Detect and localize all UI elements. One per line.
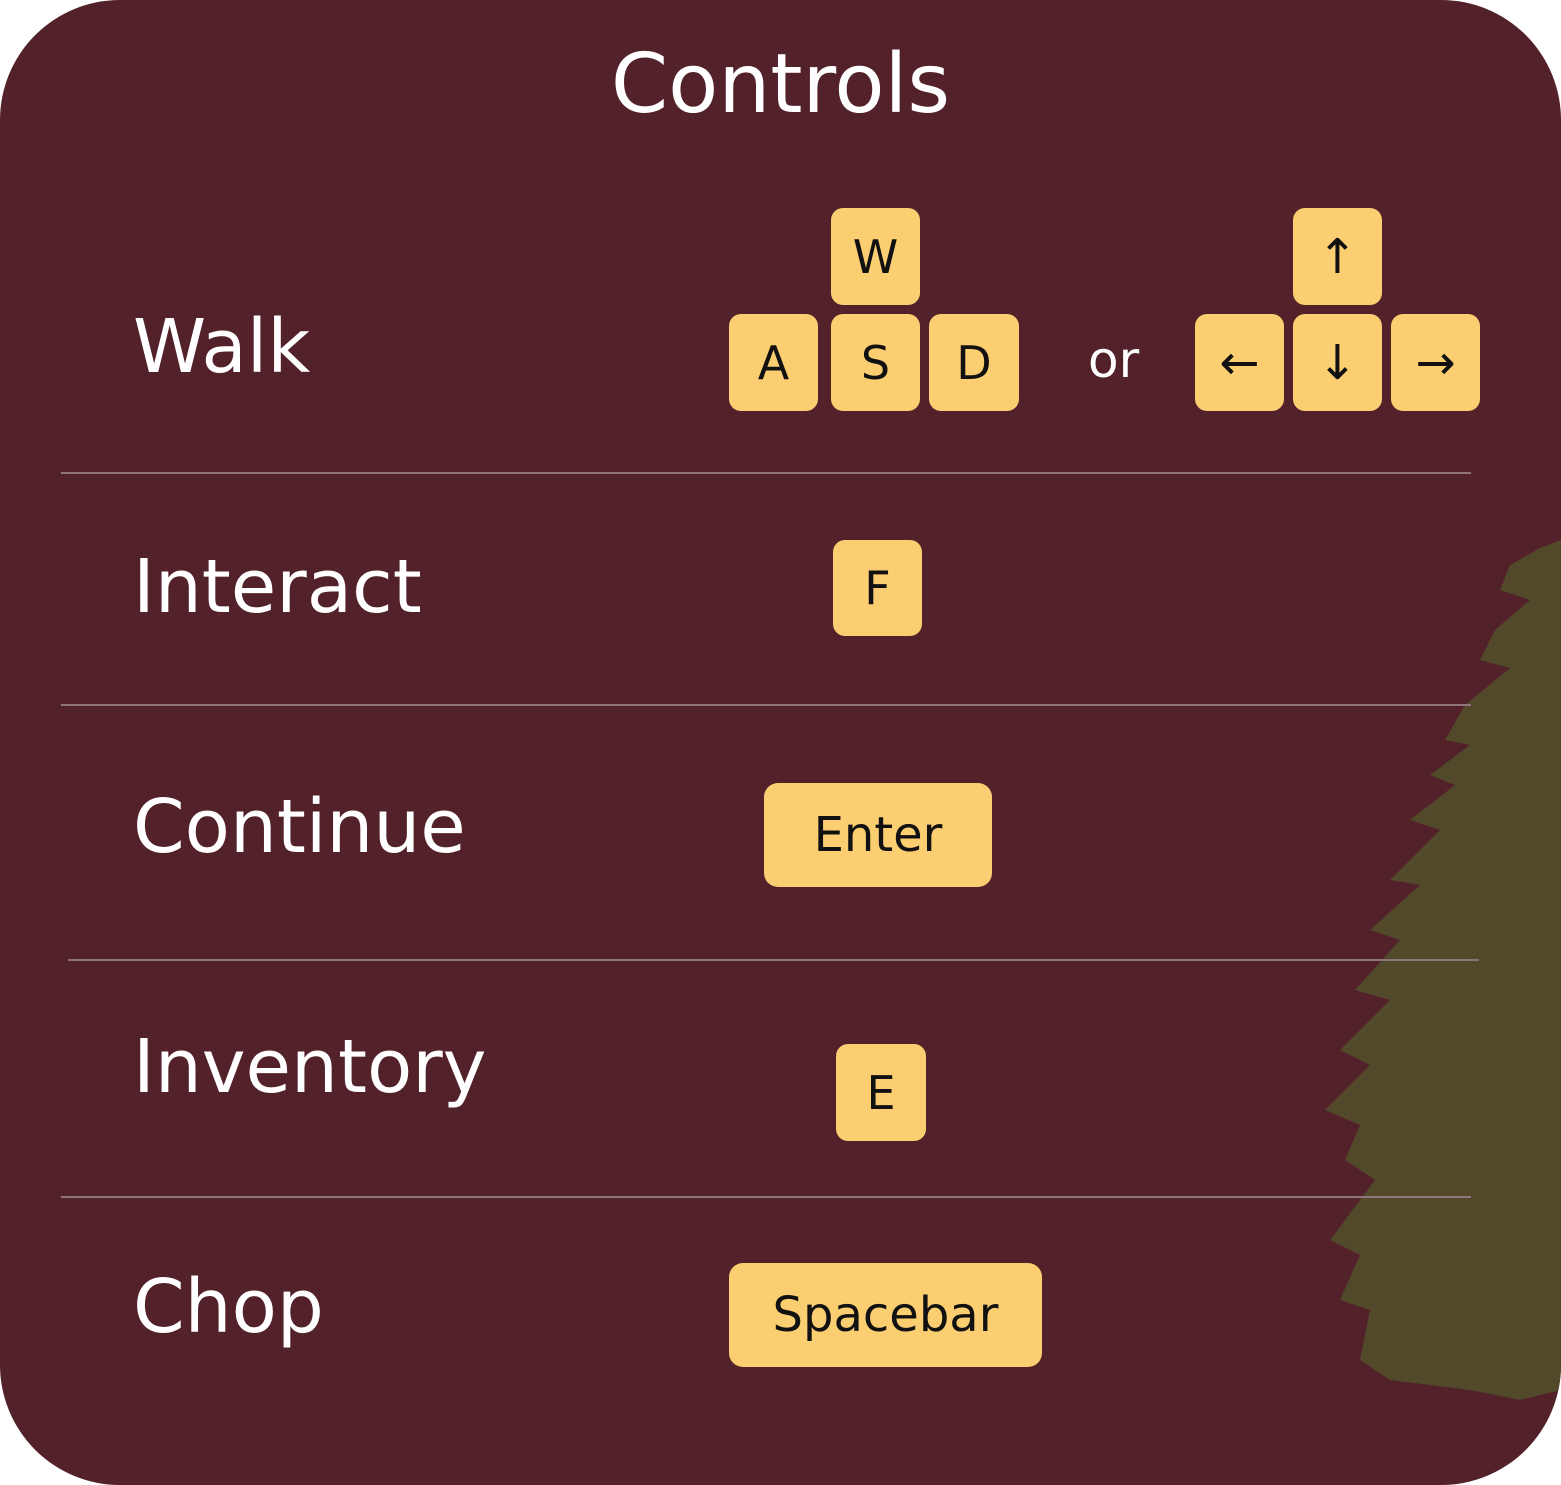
- row-label-continue: Continue: [133, 784, 466, 870]
- row-label-inventory: Inventory: [133, 1024, 487, 1110]
- controls-panel: Controls Walk W A S D or ↑ ← ↓ → Interac…: [0, 0, 1561, 1485]
- key-d: D: [929, 314, 1019, 411]
- key-e: E: [836, 1044, 926, 1141]
- key-w: W: [831, 208, 920, 305]
- page-title: Controls: [610, 37, 951, 132]
- row-label-walk: Walk: [133, 304, 311, 390]
- key-enter: Enter: [764, 783, 992, 887]
- key-a: A: [729, 314, 818, 411]
- key-arrow-right: →: [1391, 314, 1480, 411]
- row-divider: [61, 1196, 1471, 1198]
- key-arrow-up: ↑: [1293, 208, 1382, 305]
- row-divider: [68, 959, 1479, 961]
- row-label-interact: Interact: [133, 544, 422, 630]
- key-arrow-down: ↓: [1293, 314, 1382, 411]
- key-f: F: [833, 540, 922, 636]
- key-s: S: [831, 314, 920, 411]
- or-separator: or: [1088, 331, 1140, 389]
- row-divider: [61, 704, 1471, 706]
- row-label-chop: Chop: [133, 1264, 324, 1350]
- row-divider: [61, 472, 1471, 474]
- key-spacebar: Spacebar: [729, 1263, 1042, 1367]
- key-arrow-left: ←: [1195, 314, 1284, 411]
